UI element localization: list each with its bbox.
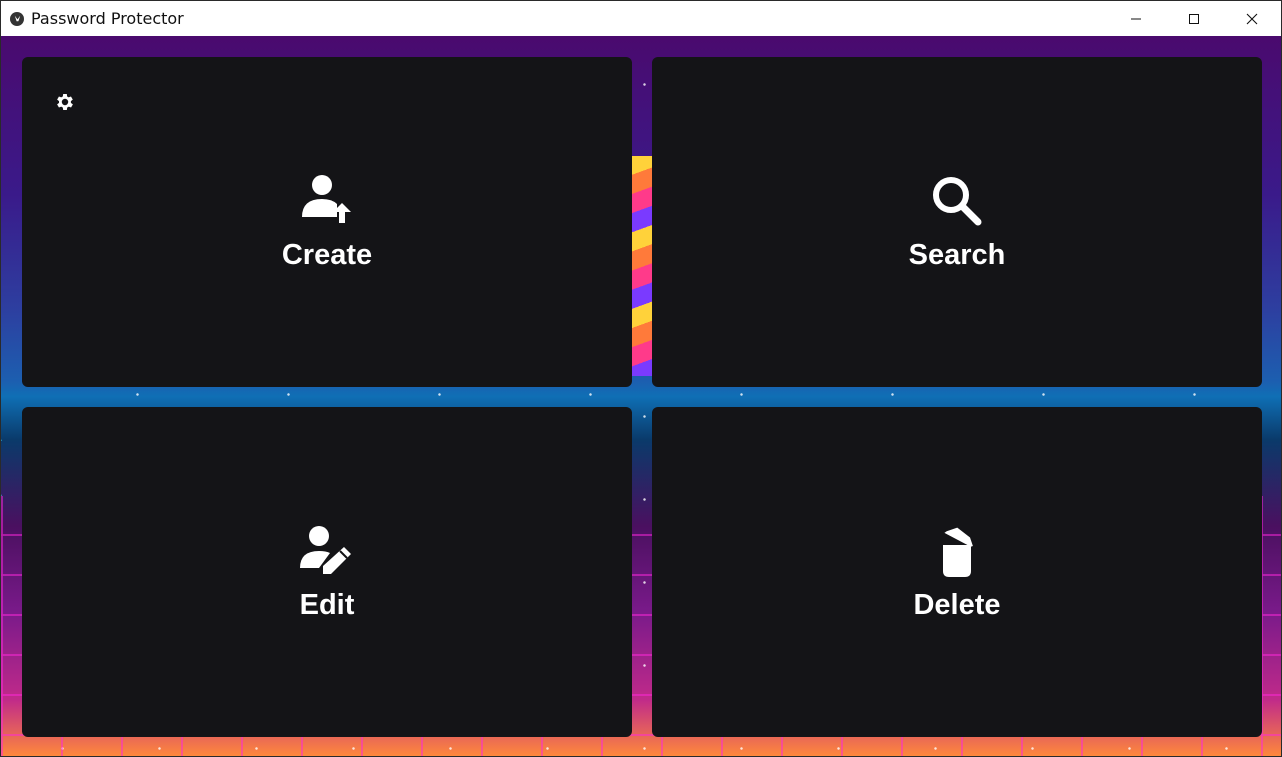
maximize-icon <box>1189 13 1199 24</box>
title-bar[interactable]: Password Protector <box>1 1 1281 36</box>
search-card[interactable]: Search <box>652 57 1262 387</box>
minimize-button[interactable] <box>1107 1 1165 36</box>
delete-label: Delete <box>913 588 1001 621</box>
maximize-button[interactable] <box>1165 1 1223 36</box>
close-button[interactable] <box>1223 1 1281 36</box>
delete-empty-icon <box>929 523 985 579</box>
account-edit-icon <box>299 523 355 579</box>
window-controls <box>1107 1 1281 36</box>
edit-card[interactable]: Edit <box>22 407 632 737</box>
gear-icon <box>57 94 73 110</box>
search-label: Search <box>908 238 1006 271</box>
delete-card[interactable]: Delete <box>652 407 1262 737</box>
magnify-icon <box>929 173 985 229</box>
app-window: Password Protector Create Search Edit De… <box>0 0 1282 757</box>
window-title: Password Protector <box>31 9 184 28</box>
create-label: Create <box>281 238 373 271</box>
background-stripes <box>631 156 653 376</box>
kivy-logo-icon <box>10 11 24 26</box>
minimize-icon <box>1131 18 1141 19</box>
account-arrow-up-icon <box>299 173 355 229</box>
create-card[interactable]: Create <box>22 57 632 387</box>
settings-button[interactable] <box>53 90 77 114</box>
close-icon <box>1246 13 1258 24</box>
edit-label: Edit <box>299 588 355 621</box>
